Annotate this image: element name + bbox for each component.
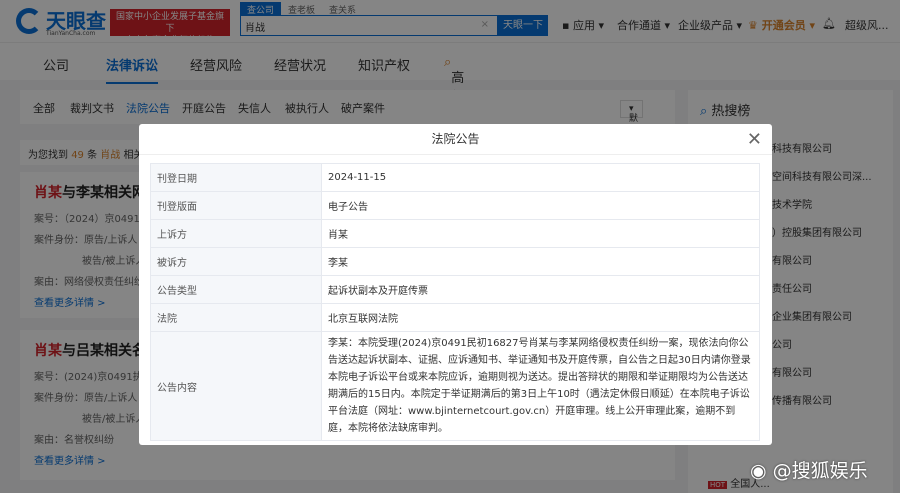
court-notice-modal: 法院公告 ✕ 刊登日期 2024-11-15 刊登版面 电子公告 上诉方 肖某 被诉方… (139, 124, 772, 445)
notice-content: 李某：本院受理(2024)京0491民初16827号肖某与李某网络侵权责任纠纷一… (321, 331, 760, 441)
table-row: 法院 北京互联网法院 (150, 303, 760, 332)
row-label: 公告内容 (150, 331, 322, 441)
row-value: 电子公告 (321, 191, 760, 220)
row-value: 2024-11-15 (321, 163, 760, 192)
table-row: 公告内容 李某：本院受理(2024)京0491民初16827号肖某与李某网络侵权责… (150, 331, 760, 441)
table-row: 刊登日期 2024-11-15 (150, 163, 760, 192)
row-label: 被诉方 (150, 247, 322, 276)
row-value: 肖某 (321, 219, 760, 248)
row-label: 上诉方 (150, 219, 322, 248)
row-label: 刊登日期 (150, 163, 322, 192)
watermark: ◉ @搜狐娱乐 (750, 456, 868, 483)
table-row: 上诉方 肖某 (150, 219, 760, 248)
table-row: 被诉方 李某 (150, 247, 760, 276)
weibo-icon: ◉ (750, 460, 767, 482)
row-label: 刊登版面 (150, 191, 322, 220)
table-row: 刊登版面 电子公告 (150, 191, 760, 220)
notice-table: 刊登日期 2024-11-15 刊登版面 电子公告 上诉方 肖某 被诉方 李某 公告类型… (150, 163, 760, 441)
row-label: 法院 (150, 303, 322, 332)
row-value: 起诉状副本及开庭传票 (321, 275, 760, 304)
modal-title: 法院公告 (139, 124, 772, 155)
table-row: 公告类型 起诉状副本及开庭传票 (150, 275, 760, 304)
row-value: 北京互联网法院 (321, 303, 760, 332)
close-icon[interactable]: ✕ (747, 129, 762, 150)
row-label: 公告类型 (150, 275, 322, 304)
row-value: 李某 (321, 247, 760, 276)
watermark-text: @搜狐娱乐 (772, 460, 868, 482)
